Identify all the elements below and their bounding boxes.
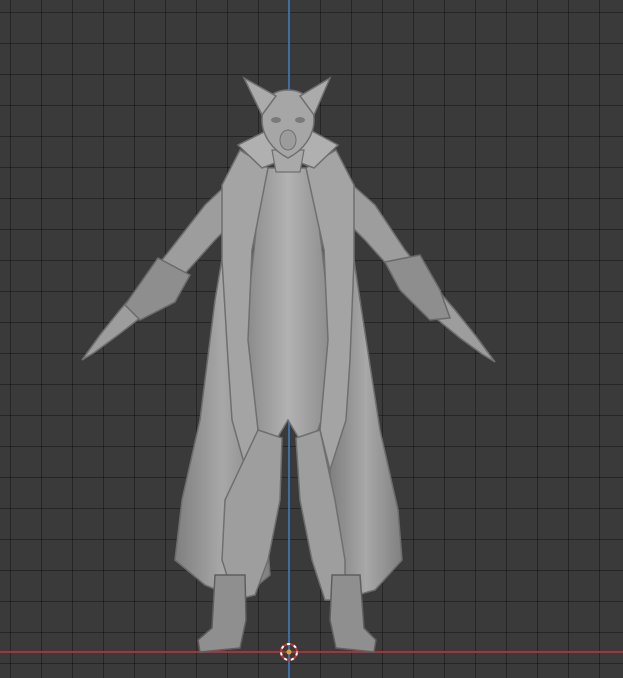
left-boot [197, 574, 247, 653]
snout [279, 129, 297, 151]
right-eye [295, 117, 305, 123]
character-model[interactable] [0, 0, 623, 678]
left-eye [271, 117, 281, 123]
3d-cursor-icon[interactable] [278, 641, 300, 663]
3d-viewport[interactable] [0, 0, 623, 678]
right-cuff [383, 254, 452, 321]
